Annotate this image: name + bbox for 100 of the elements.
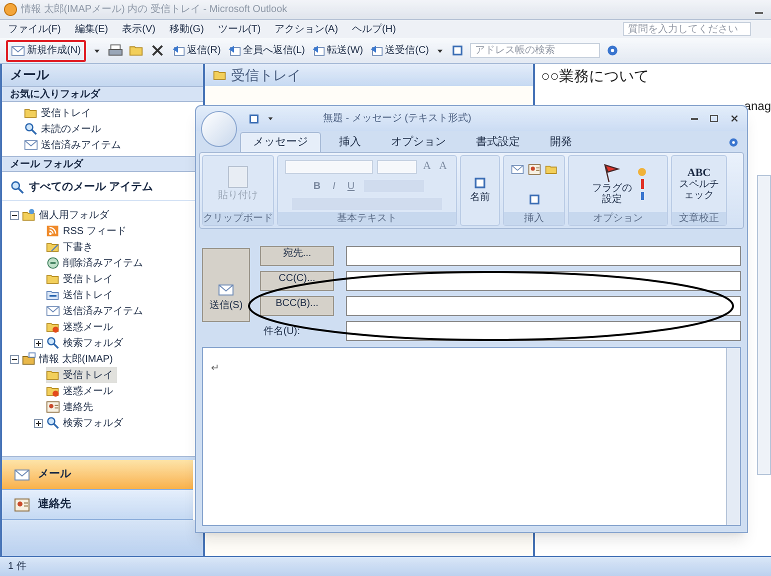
ribbon-tab[interactable]: 書式設定 xyxy=(464,132,532,152)
folder-item[interactable]: 情報 太郎(IMAP) xyxy=(22,351,117,367)
address-book-search-field[interactable]: アドレス帳の検索 xyxy=(470,43,600,58)
navigation-button[interactable]: メール xyxy=(2,460,193,490)
send-button[interactable]: 送信(S) xyxy=(202,248,250,322)
folder-item[interactable]: 個人用フォルダ xyxy=(22,207,113,223)
ribbon-tab[interactable]: 開発 xyxy=(538,132,584,152)
minimize-icon[interactable] xyxy=(691,118,698,120)
group-label: 文章校正 xyxy=(672,212,726,225)
contact-card-icon xyxy=(14,496,30,512)
window-title: 情報 太郎(IMAPメール) 内の 受信トレイ - Microsoft Outlook xyxy=(21,2,288,17)
folder-item[interactable]: 送信済みアイテム xyxy=(24,137,125,153)
folder-icon xyxy=(46,288,60,302)
paragraph-mark: ↵ xyxy=(211,363,219,374)
folder-item[interactable]: 検索フォルダ xyxy=(46,415,127,431)
spelling-icon: ABC xyxy=(687,168,711,178)
collapse-icon[interactable] xyxy=(10,210,19,220)
folder-item[interactable]: 送信済みアイテム xyxy=(46,303,147,319)
app-icon xyxy=(4,3,17,16)
section-title: お気に入りフォルダ xyxy=(10,88,100,102)
navigation-button[interactable]: 連絡先 xyxy=(2,490,193,520)
close-icon xyxy=(730,114,739,123)
menu-item[interactable]: 編集(E) xyxy=(74,22,108,36)
forward-button[interactable]: 転送(W) xyxy=(311,43,364,58)
collapse-icon[interactable] xyxy=(10,354,19,364)
folder-icon xyxy=(46,272,60,286)
folder-item[interactable]: 未読のメール xyxy=(24,121,105,137)
expand-icon[interactable] xyxy=(34,338,43,348)
message-body-field[interactable]: ↵ xyxy=(202,347,741,526)
delete-icon xyxy=(150,43,165,58)
folder-item[interactable]: 受信トレイ xyxy=(46,367,117,383)
low-importance-icon[interactable] xyxy=(640,192,644,200)
folder-item[interactable]: 下書き xyxy=(46,239,97,255)
group-label: クリップボード xyxy=(203,212,273,225)
menu-item[interactable]: ファイル(F) xyxy=(8,22,61,36)
folder-icon xyxy=(22,208,36,222)
address-field[interactable] xyxy=(346,296,741,316)
menu-item[interactable]: ヘルプ(H) xyxy=(352,22,396,36)
window-title: 無題 - メッセージ (テキスト形式) xyxy=(323,112,472,126)
minimize-icon[interactable] xyxy=(755,12,763,14)
pane-title: メール xyxy=(10,66,49,84)
address-button[interactable]: CC(C)... xyxy=(260,271,334,291)
group-label: オプション xyxy=(569,212,667,225)
folder-item[interactable]: 受信トレイ xyxy=(24,105,95,121)
maximize-icon[interactable] xyxy=(710,115,718,122)
send-receive-button[interactable]: 送受信(C) xyxy=(369,43,430,58)
subject-label: 件名(U): xyxy=(263,324,300,338)
importance-icon[interactable] xyxy=(640,179,644,189)
message-subject: ○○業務について xyxy=(541,67,650,87)
all-mail-items-link[interactable]: すべてのメール アイテム xyxy=(29,179,154,196)
address-button[interactable]: BCC(B)... xyxy=(260,296,334,316)
reply-all-button[interactable]: 全員へ返信(L) xyxy=(226,43,306,58)
folder-icon xyxy=(22,352,36,366)
flag-button[interactable]: フラグの設定 xyxy=(590,163,634,205)
group-label: 挿入 xyxy=(504,212,564,225)
menu-item[interactable]: ツール(T) xyxy=(218,22,261,36)
address-field[interactable] xyxy=(346,246,741,266)
folder-item[interactable]: 検索フォルダ xyxy=(46,335,127,351)
reply-button[interactable]: 返信(R) xyxy=(170,43,221,58)
menu-item[interactable]: 表示(V) xyxy=(122,22,156,36)
search-folder-icon xyxy=(46,416,60,430)
group-label: 基本テキスト xyxy=(278,212,456,225)
folder-item[interactable]: RSS フィード xyxy=(46,223,130,239)
section-title: メール フォルダ xyxy=(10,158,83,172)
pane-title: 受信トレイ xyxy=(231,66,301,84)
scrollbar[interactable] xyxy=(757,174,771,474)
folder-item[interactable]: 受信トレイ xyxy=(46,271,117,287)
help-search-field[interactable]: 質問を入力してください xyxy=(623,22,751,36)
subject-field[interactable] xyxy=(346,321,741,341)
folder-icon xyxy=(24,106,38,120)
address-button[interactable]: 宛先... xyxy=(260,246,334,266)
ribbon-tab[interactable]: オプション xyxy=(379,132,458,152)
ribbon-tab[interactable]: 挿入 xyxy=(327,132,373,152)
font-size-field[interactable] xyxy=(377,160,418,174)
names-button[interactable]: 名前 xyxy=(470,176,490,205)
business-card-icon xyxy=(528,162,540,176)
status-text: 1 件 xyxy=(8,560,26,574)
folder-item[interactable]: 迷惑メール xyxy=(46,383,117,399)
folder-item[interactable]: 送信トレイ xyxy=(46,287,117,303)
spelling-button[interactable]: ABC スペルチェック xyxy=(679,168,719,200)
rss-icon xyxy=(46,224,60,238)
scrollbar[interactable] xyxy=(726,348,740,525)
menu-item[interactable]: 移動(G) xyxy=(169,22,204,36)
ribbon-tab[interactable]: メッセージ xyxy=(240,132,321,152)
contact-card-icon xyxy=(46,400,60,414)
folder-item[interactable]: 連絡先 xyxy=(46,399,97,415)
office-button[interactable] xyxy=(201,111,237,147)
flag-icon xyxy=(602,163,622,183)
search-folder-icon xyxy=(10,180,25,195)
folder-item[interactable]: 迷惑メール xyxy=(46,319,117,335)
folder-item[interactable]: 削除済みアイテム xyxy=(46,255,147,271)
junk-folder-icon xyxy=(46,320,60,334)
new-mail-button[interactable]: 新規作成(N) xyxy=(6,40,86,62)
font-name-field[interactable] xyxy=(285,160,374,174)
menu-item[interactable]: アクション(A) xyxy=(274,22,338,36)
pencil-folder-icon xyxy=(46,240,60,254)
printer-icon xyxy=(108,43,123,58)
address-field[interactable] xyxy=(346,271,741,291)
search-folder-icon xyxy=(46,336,60,350)
expand-icon[interactable] xyxy=(34,418,43,428)
